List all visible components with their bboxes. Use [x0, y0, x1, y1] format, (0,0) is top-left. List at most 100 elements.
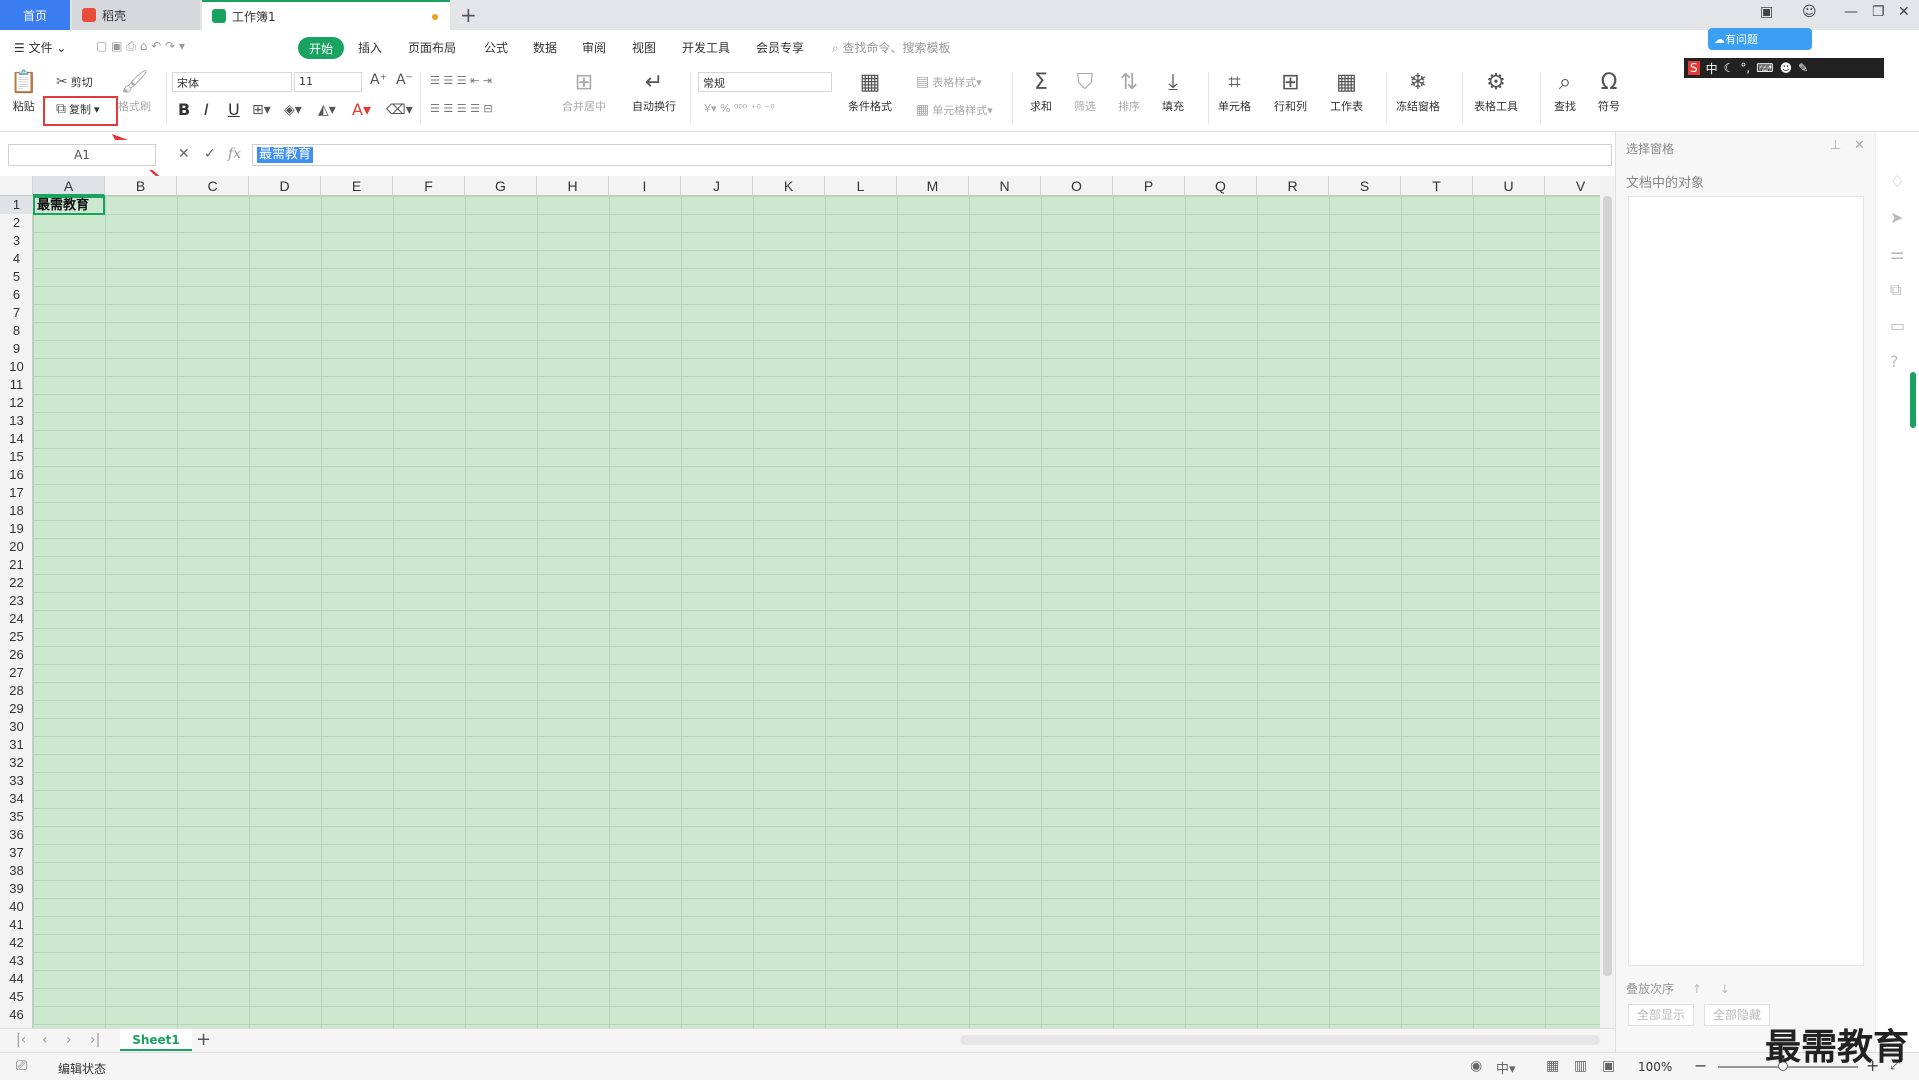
- reading-view-icon[interactable]: ▣: [1602, 1058, 1615, 1074]
- row-header[interactable]: 38: [0, 862, 33, 880]
- column-header[interactable]: G: [465, 176, 537, 196]
- eye-protect-icon[interactable]: ◉: [1470, 1058, 1482, 1074]
- highlight-button[interactable]: ◭▾: [318, 102, 339, 118]
- show-all-button[interactable]: 全部显示: [1628, 1004, 1695, 1026]
- row-header[interactable]: 20: [0, 538, 33, 556]
- column-header[interactable]: O: [1041, 176, 1113, 196]
- row-header[interactable]: 28: [0, 682, 33, 700]
- row-header[interactable]: 24: [0, 610, 33, 628]
- tab-developer[interactable]: 开发工具: [682, 39, 730, 56]
- italic-button[interactable]: I: [204, 100, 209, 119]
- symbol-button[interactable]: Ω 符号: [1598, 70, 1620, 114]
- normal-view-icon[interactable]: ▦: [1546, 1058, 1559, 1074]
- new-tab-button[interactable]: +: [460, 3, 477, 27]
- row-col-button[interactable]: ⊞ 行和列: [1274, 70, 1307, 114]
- column-header[interactable]: I: [609, 176, 681, 196]
- row-header[interactable]: 26: [0, 646, 33, 664]
- close-button[interactable]: ✕: [1898, 4, 1910, 20]
- row-header[interactable]: 23: [0, 592, 33, 610]
- sort-button[interactable]: ⇅ 排序: [1118, 70, 1140, 114]
- row-header[interactable]: 36: [0, 826, 33, 844]
- bold-button[interactable]: B: [178, 100, 190, 119]
- filter-button[interactable]: ⛉ 筛选: [1074, 70, 1096, 114]
- language-icon[interactable]: 中▾: [1496, 1058, 1516, 1077]
- column-header[interactable]: K: [753, 176, 825, 196]
- tab-workbook[interactable]: 工作簿1: [202, 0, 450, 30]
- row-header[interactable]: 43: [0, 952, 33, 970]
- row-header[interactable]: 21: [0, 556, 33, 574]
- fill-button[interactable]: ⤓ 填充: [1162, 70, 1184, 114]
- column-header[interactable]: S: [1329, 176, 1401, 196]
- row-header[interactable]: 27: [0, 664, 33, 682]
- restore-button[interactable]: ❐: [1872, 4, 1885, 20]
- row-header[interactable]: 42: [0, 934, 33, 952]
- name-box[interactable]: A1: [8, 144, 156, 166]
- command-search[interactable]: ⌕ 查找命令、搜索模板: [832, 39, 951, 56]
- tab-start[interactable]: 开始: [298, 37, 344, 59]
- tab-review[interactable]: 审阅: [582, 39, 606, 56]
- add-sheet-button[interactable]: +: [196, 1029, 211, 1050]
- row-header[interactable]: 19: [0, 520, 33, 538]
- find-button[interactable]: ⌕ 查找: [1554, 70, 1576, 114]
- align-horizontal-buttons[interactable]: ☰ ☰ ☰ ☰ ⊟: [430, 102, 493, 115]
- column-header[interactable]: J: [681, 176, 753, 196]
- quick-toolbar[interactable]: ▢ ▣ ⎙ ⌂ ↶ ↷ ▾: [96, 39, 185, 54]
- last-sheet-icon[interactable]: ›|: [90, 1032, 100, 1048]
- column-header[interactable]: E: [321, 176, 393, 196]
- align-top-buttons[interactable]: ☰ ☰ ☰ ⇤ ⇥: [430, 74, 492, 87]
- column-header[interactable]: D: [249, 176, 321, 196]
- row-header[interactable]: 15: [0, 448, 33, 466]
- tab-daoke[interactable]: 稻壳: [72, 0, 200, 30]
- auto-wrap-button[interactable]: ↵ 自动换行: [632, 70, 676, 114]
- backup-icon[interactable]: ▭: [1890, 316, 1905, 335]
- next-sheet-icon[interactable]: ›: [66, 1032, 72, 1048]
- underline-button[interactable]: U: [228, 100, 240, 119]
- row-header[interactable]: 16: [0, 466, 33, 484]
- font-grow-button[interactable]: A⁺: [370, 72, 390, 88]
- row-header[interactable]: 31: [0, 736, 33, 754]
- row-header[interactable]: 11: [0, 376, 33, 394]
- first-sheet-icon[interactable]: |‹: [16, 1032, 26, 1048]
- column-header[interactable]: B: [105, 176, 177, 196]
- row-header[interactable]: 18: [0, 502, 33, 520]
- row-header[interactable]: 34: [0, 790, 33, 808]
- macro-icon[interactable]: ⎚: [16, 1058, 27, 1074]
- row-header[interactable]: 9: [0, 340, 33, 358]
- pane-close-icon[interactable]: ✕: [1854, 138, 1865, 153]
- table-tools-button[interactable]: ⚙ 表格工具: [1474, 70, 1518, 114]
- horizontal-scrollbar[interactable]: [960, 1035, 1600, 1045]
- help-icon[interactable]: ?: [1890, 352, 1899, 371]
- row-header[interactable]: 7: [0, 304, 33, 322]
- row-header[interactable]: 12: [0, 394, 33, 412]
- row-header[interactable]: 22: [0, 574, 33, 592]
- objects-list[interactable]: [1628, 196, 1864, 966]
- fx-icon[interactable]: fx: [228, 146, 241, 162]
- tab-home[interactable]: 首页: [0, 0, 70, 30]
- avatar[interactable]: ☺: [1802, 4, 1817, 20]
- row-header[interactable]: 33: [0, 772, 33, 790]
- row-header[interactable]: 2: [0, 214, 33, 232]
- hide-all-button[interactable]: 全部隐藏: [1704, 1004, 1771, 1026]
- cell-style-button[interactable]: ▦ 单元格样式 ▾: [916, 102, 993, 118]
- zoom-level[interactable]: 100%: [1638, 1060, 1672, 1074]
- row-header[interactable]: 39: [0, 880, 33, 898]
- row-header[interactable]: 40: [0, 898, 33, 916]
- cell-button[interactable]: ⌗ 单元格: [1218, 70, 1251, 114]
- style-icon[interactable]: ♢: [1890, 172, 1904, 191]
- format-painter-button[interactable]: 🖌 格式刷: [118, 70, 151, 114]
- window-layout-icon[interactable]: ▣: [1760, 4, 1773, 20]
- clear-button[interactable]: ⌫▾: [386, 102, 416, 118]
- minimize-button[interactable]: —: [1844, 4, 1858, 20]
- column-header[interactable]: U: [1473, 176, 1545, 196]
- row-header[interactable]: 14: [0, 430, 33, 448]
- tab-data[interactable]: 数据: [533, 39, 557, 56]
- row-header[interactable]: 5: [0, 268, 33, 286]
- border-button[interactable]: ⊞▾: [252, 102, 274, 118]
- row-header[interactable]: 29: [0, 700, 33, 718]
- merge-center-button[interactable]: ⊞ 合并居中: [562, 70, 606, 114]
- file-menu[interactable]: ☰ 文件 ⌄: [14, 39, 66, 56]
- ime-toolbar[interactable]: S 中 ☾ °, ⌨ ☻ ✎: [1684, 58, 1884, 78]
- row-header[interactable]: 45: [0, 988, 33, 1006]
- number-format-select[interactable]: 常规: [698, 72, 832, 92]
- row-header[interactable]: 13: [0, 412, 33, 430]
